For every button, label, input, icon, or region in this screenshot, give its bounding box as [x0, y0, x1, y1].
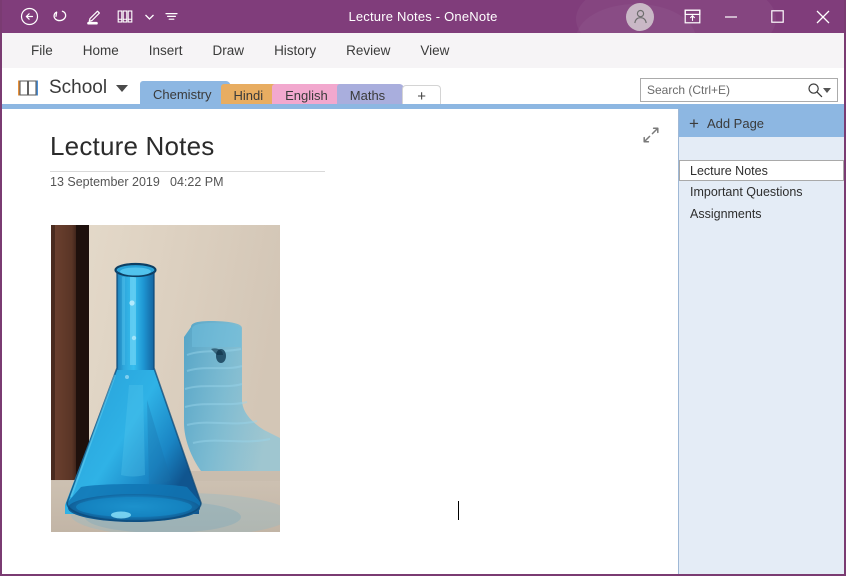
add-page-label: Add Page [706, 115, 765, 131]
notebook-name: School [49, 77, 108, 98]
section-tab-label: Hindi [233, 88, 264, 103]
page-timestamp: 13 September 2019 04:22 PM [50, 175, 224, 189]
page-date: 13 September 2019 [50, 175, 160, 189]
menu-item-home[interactable]: Home [68, 33, 134, 68]
page-time: 04:22 PM [170, 175, 224, 189]
add-page-button[interactable]: + Add Page [679, 109, 844, 137]
menu-item-review[interactable]: Review [331, 33, 405, 68]
notebook-icon [16, 78, 40, 98]
menu-item-file[interactable]: File [16, 33, 68, 68]
page-list-item-important-questions[interactable]: Important Questions [679, 182, 844, 203]
text-cursor [458, 501, 459, 520]
page-list-item-assignments[interactable]: Assignments [679, 204, 844, 225]
page-title[interactable]: Lecture Notes [50, 131, 214, 162]
search-box[interactable] [640, 78, 838, 102]
minimize-icon[interactable] [708, 0, 754, 33]
page-list-item-lecture-notes[interactable]: Lecture Notes [679, 160, 844, 181]
section-tab-strip: School Chemistry Hindi English Maths + [2, 68, 844, 108]
menu-item-insert[interactable]: Insert [134, 33, 198, 68]
page-list: Lecture Notes Important Questions Assign… [679, 137, 844, 225]
page-title-divider [50, 171, 325, 172]
chevron-down-icon[interactable] [823, 87, 831, 93]
page-canvas[interactable]: Lecture Notes 13 September 2019 04:22 PM [2, 109, 679, 574]
expand-page-icon[interactable] [642, 126, 660, 144]
search-input[interactable] [641, 80, 806, 100]
plus-icon: + [689, 113, 699, 133]
user-avatar-icon[interactable] [626, 2, 654, 31]
chevron-down-icon[interactable] [116, 84, 129, 92]
maximize-icon[interactable] [754, 0, 800, 33]
section-tab-label: Chemistry [153, 87, 212, 102]
ribbon-display-options-icon[interactable] [676, 0, 708, 33]
menu-item-draw[interactable]: Draw [198, 33, 260, 68]
menu-bar: File Home Insert Draw History Review Vie… [2, 33, 844, 69]
close-icon[interactable] [800, 0, 844, 33]
page-list-pane: + Add Page Lecture Notes Important Quest… [679, 109, 844, 574]
section-tab-label: Maths [349, 88, 386, 103]
menu-items: File Home Insert Draw History Review Vie… [16, 33, 464, 68]
title-bar: Lecture Notes - OneNote [2, 0, 844, 33]
window-controls [626, 0, 844, 33]
notebook-selector[interactable]: School [16, 71, 129, 105]
menu-item-history[interactable]: History [259, 33, 331, 68]
onenote-window: Lecture Notes - OneNote File Home Insert… [0, 0, 846, 576]
search-icon[interactable] [806, 82, 823, 98]
menu-item-view[interactable]: View [405, 33, 464, 68]
section-tab-label: English [285, 88, 328, 103]
conical-flask-photo[interactable] [51, 225, 280, 532]
